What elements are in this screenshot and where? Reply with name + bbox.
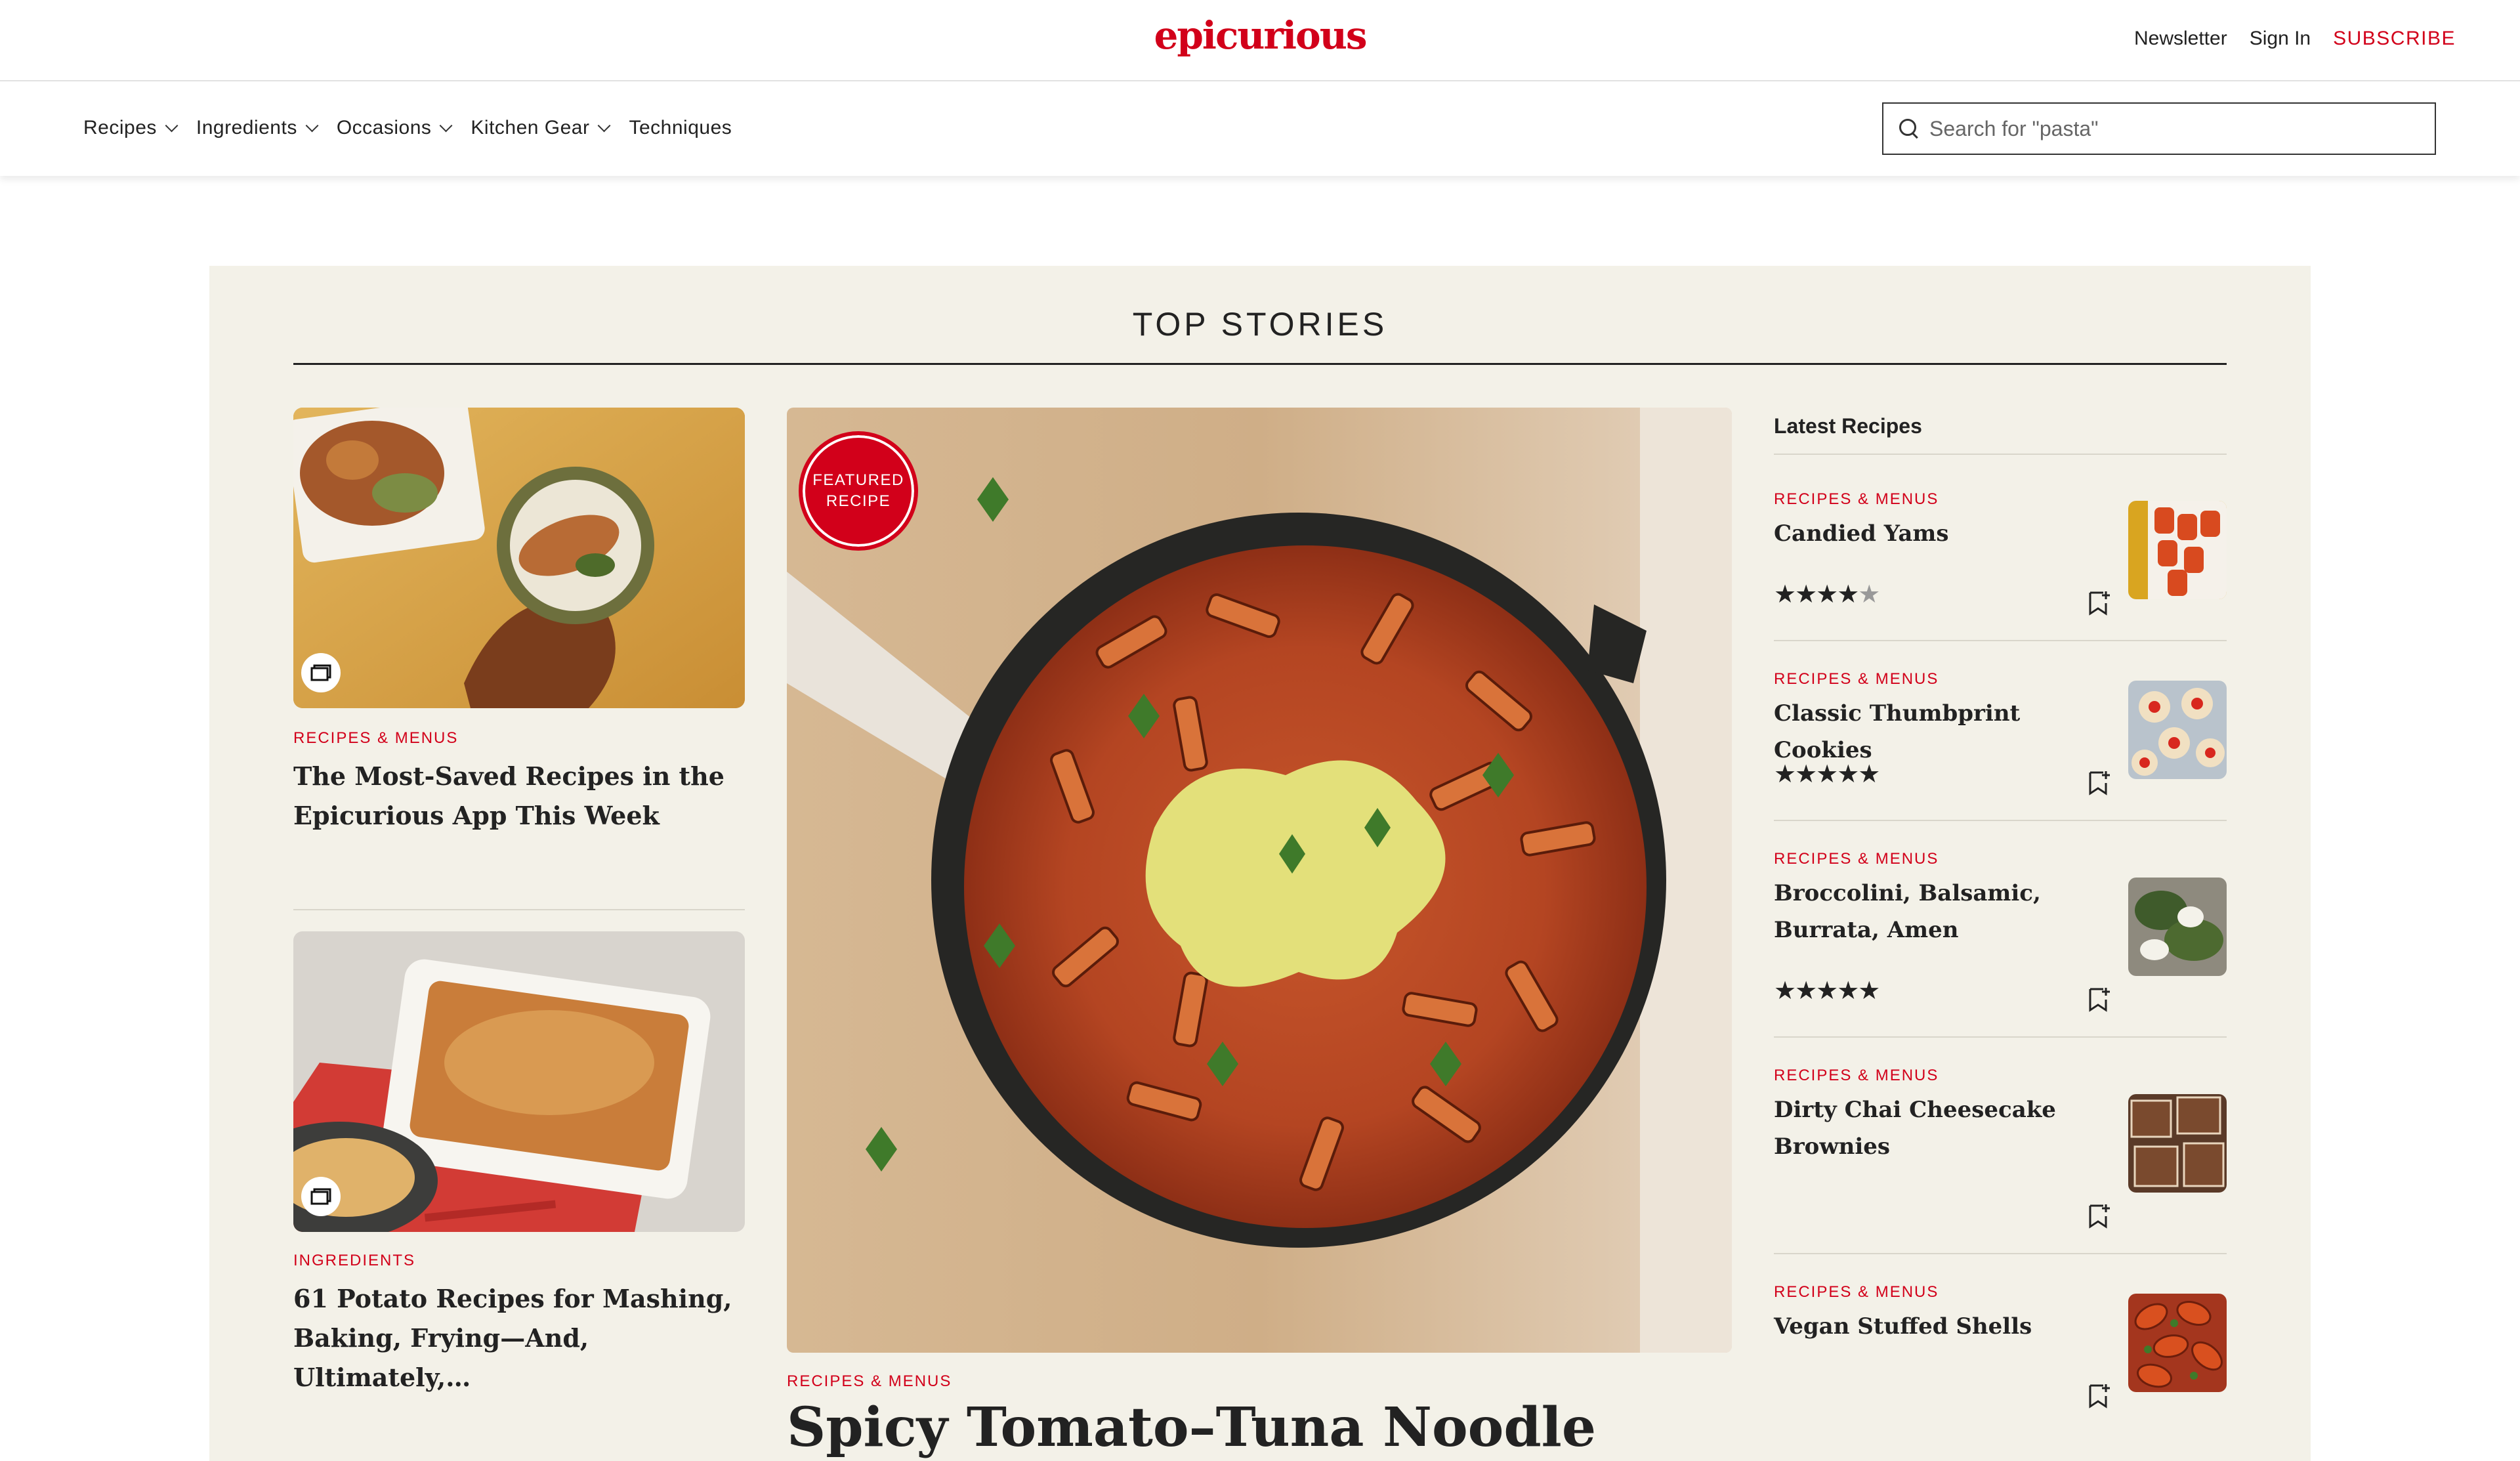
food-photo: [293, 931, 745, 1232]
story-image-most-saved[interactable]: [293, 408, 745, 708]
recipe-kicker[interactable]: RECIPES & MENUS: [1774, 850, 1939, 868]
card-divider: [293, 909, 745, 910]
primary-nav: Recipes Ingredients Occasions Kitchen Ge…: [83, 117, 732, 139]
search-box[interactable]: [1882, 102, 2436, 155]
food-photo: [293, 408, 745, 708]
gallery-icon: [301, 1177, 341, 1216]
save-bookmark-icon[interactable]: [2088, 1383, 2111, 1409]
newsletter-link[interactable]: Newsletter: [2134, 28, 2227, 50]
latest-recipes-title: Latest Recipes: [1774, 414, 1922, 438]
story-headline[interactable]: The Most-Saved Recipes in the Epicurious…: [293, 757, 746, 836]
sign-in-link[interactable]: Sign In: [2250, 28, 2311, 50]
latest-divider: [1774, 454, 2227, 455]
filled-stars: ★★★★★: [1774, 977, 1880, 1005]
badge-line: FEATURED: [812, 471, 904, 489]
subscribe-link[interactable]: SUBSCRIBE: [2333, 28, 2456, 50]
latest-divider: [1774, 820, 2227, 821]
food-photo: [787, 408, 1732, 1353]
featured-recipe-badge: FEATURED RECIPE: [799, 431, 918, 551]
featured-kicker[interactable]: RECIPES & MENUS: [787, 1372, 952, 1391]
epicurious-logo[interactable]: epicurious: [1154, 13, 1367, 58]
main-navbar: Recipes Ingredients Occasions Kitchen Ge…: [0, 83, 2520, 176]
latest-divider: [1774, 640, 2227, 641]
save-bookmark-icon[interactable]: [2088, 1203, 2111, 1229]
recipe-thumbnail[interactable]: [2128, 1294, 2227, 1392]
search-input[interactable]: [1929, 116, 2415, 141]
recipe-thumbnail[interactable]: [2128, 1094, 2227, 1193]
recipe-thumbnail[interactable]: [2128, 681, 2227, 779]
recipe-title[interactable]: Broccolini, Balsamic, Burrata, Amen: [1774, 875, 2115, 948]
recipe-kicker[interactable]: RECIPES & MENUS: [1774, 1067, 1939, 1085]
latest-divider: [1774, 1253, 2227, 1254]
recipe-kicker[interactable]: RECIPES & MENUS: [1774, 1283, 1939, 1302]
half-star: ★: [1858, 581, 1880, 608]
recipe-kicker[interactable]: RECIPES & MENUS: [1774, 670, 1939, 688]
save-bookmark-icon[interactable]: [2088, 986, 2111, 1013]
story-kicker[interactable]: RECIPES & MENUS: [293, 729, 458, 748]
recipe-title[interactable]: Candied Yams: [1774, 515, 2115, 552]
top-stories-panel: TOP STORIES RECIPES & MENUS The Most-Sav…: [209, 266, 2311, 1461]
search-icon: [1898, 117, 1920, 140]
badge-line: RECIPE: [826, 492, 891, 510]
featured-recipe-image[interactable]: FEATURED RECIPE: [787, 408, 1732, 1353]
filled-stars: ★★★★★: [1774, 761, 1880, 788]
chevron-down-icon: [305, 119, 319, 133]
nav-item-label: Occasions: [336, 117, 432, 138]
filled-stars: ★★★★: [1774, 581, 1859, 608]
nav-item-ingredients[interactable]: Ingredients: [196, 117, 319, 139]
recipe-title[interactable]: Dirty Chai Cheesecake Brownies: [1774, 1091, 2115, 1165]
rating-stars: ★★★★★: [1774, 976, 1880, 1006]
recipe-title[interactable]: Classic Thumbprint Cookies: [1774, 695, 2115, 769]
story-image-potato-recipes[interactable]: [293, 931, 745, 1232]
story-headline[interactable]: 61 Potato Recipes for Mashing, Baking, F…: [293, 1279, 746, 1397]
section-divider: [293, 363, 2227, 365]
nav-item-label: Techniques: [629, 117, 732, 138]
top-header: epicurious Newsletter Sign In SUBSCRIBE: [0, 0, 2520, 81]
recipe-kicker[interactable]: RECIPES & MENUS: [1774, 490, 1939, 509]
rating-stars: ★★★★★: [1774, 759, 1880, 789]
recipe-thumbnail[interactable]: [2128, 501, 2227, 599]
nav-item-kitchen-gear[interactable]: Kitchen Gear: [471, 117, 611, 139]
story-kicker[interactable]: INGREDIENTS: [293, 1252, 415, 1270]
chevron-down-icon: [440, 119, 453, 133]
latest-divider: [1774, 1036, 2227, 1038]
featured-headline[interactable]: Spicy Tomato–Tuna Noodle Skillet: [787, 1395, 1732, 1461]
save-bookmark-icon[interactable]: [2088, 770, 2111, 796]
account-links: Newsletter Sign In SUBSCRIBE: [2134, 28, 2456, 50]
rating-stars: ★★★★★: [1774, 580, 1880, 609]
save-bookmark-icon[interactable]: [2088, 590, 2111, 616]
gallery-icon: [301, 653, 341, 692]
nav-item-techniques[interactable]: Techniques: [629, 117, 732, 139]
section-title: TOP STORIES: [1132, 306, 1388, 343]
recipe-title[interactable]: Vegan Stuffed Shells: [1774, 1308, 2115, 1345]
recipe-thumbnail[interactable]: [2128, 878, 2227, 976]
nav-item-occasions[interactable]: Occasions: [336, 117, 453, 139]
chevron-down-icon: [165, 119, 178, 133]
nav-item-recipes[interactable]: Recipes: [83, 117, 178, 139]
nav-item-label: Kitchen Gear: [471, 117, 590, 138]
nav-item-label: Recipes: [83, 117, 157, 138]
nav-item-label: Ingredients: [196, 117, 297, 138]
chevron-down-icon: [598, 119, 611, 133]
